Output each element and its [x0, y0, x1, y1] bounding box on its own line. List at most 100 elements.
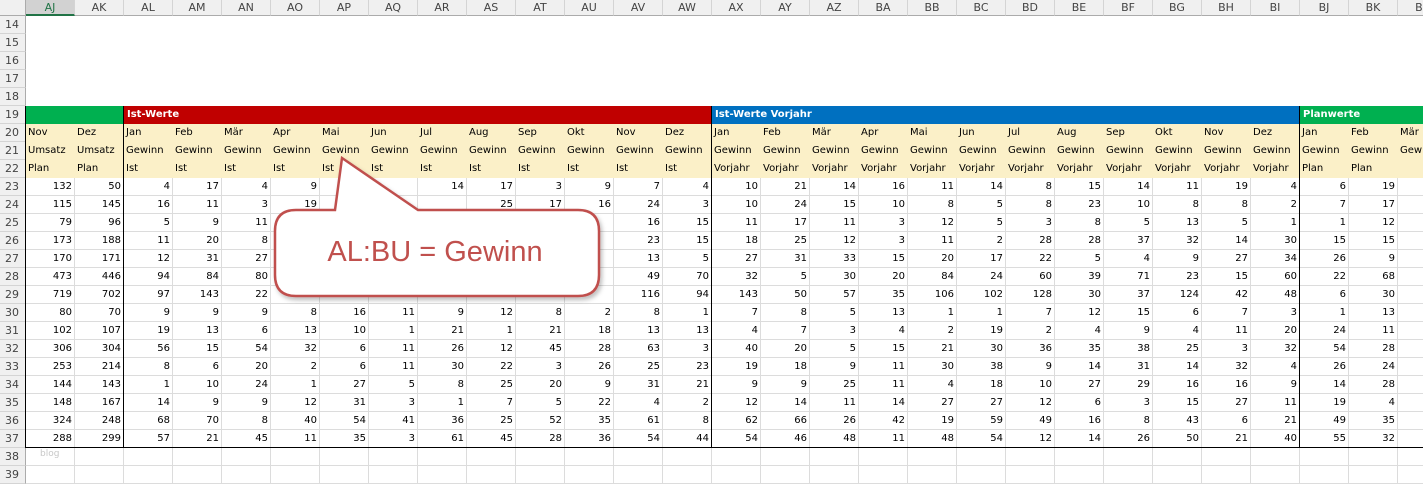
row-header-16[interactable]: 16	[0, 52, 26, 70]
cell[interactable]	[565, 466, 614, 484]
data-cell[interactable]: 1	[663, 304, 712, 322]
data-cell[interactable]: 15	[1349, 232, 1398, 250]
data-cell[interactable]: 17	[957, 250, 1006, 268]
data-cell[interactable]: 8	[1055, 214, 1104, 232]
header-cell[interactable]: Gewinn	[1202, 142, 1251, 160]
cell[interactable]	[222, 16, 271, 34]
header-cell[interactable]: Vorjahr	[1202, 160, 1251, 178]
data-cell[interactable]: 2	[271, 358, 320, 376]
cell[interactable]	[271, 88, 320, 106]
data-cell[interactable]: 148	[26, 394, 75, 412]
cell[interactable]	[810, 34, 859, 52]
data-cell[interactable]: 25	[761, 232, 810, 250]
data-cell[interactable]: 11	[859, 358, 908, 376]
cell[interactable]	[271, 52, 320, 70]
header-cell[interactable]: Jun	[369, 124, 418, 142]
data-cell[interactable]: 9	[418, 304, 467, 322]
cell[interactable]	[712, 16, 761, 34]
data-cell[interactable]: 6	[1202, 412, 1251, 430]
data-cell[interactable]: 12	[467, 340, 516, 358]
column-header-bh[interactable]: BH	[1202, 0, 1251, 16]
data-cell[interactable]: 76	[1398, 268, 1423, 286]
cell[interactable]	[712, 52, 761, 70]
data-cell[interactable]: 11	[810, 394, 859, 412]
row-header-20[interactable]: 20	[0, 124, 26, 142]
data-cell[interactable]: 13	[1153, 214, 1202, 232]
cell[interactable]	[712, 88, 761, 106]
cell[interactable]	[173, 466, 222, 484]
cell[interactable]	[1104, 52, 1153, 70]
cell[interactable]	[1398, 34, 1423, 52]
data-cell[interactable]: 128	[1006, 286, 1055, 304]
cell[interactable]	[614, 70, 663, 88]
cell[interactable]	[1300, 16, 1349, 34]
column-header-as[interactable]: AS	[467, 0, 516, 16]
data-cell[interactable]: 6	[1055, 394, 1104, 412]
header-cell[interactable]: Ist	[222, 160, 271, 178]
column-header-at[interactable]: AT	[516, 0, 565, 16]
data-cell[interactable]: 60	[1006, 268, 1055, 286]
data-cell[interactable]: 17	[467, 178, 516, 196]
data-cell[interactable]: 40	[712, 340, 761, 358]
data-cell[interactable]: 27	[320, 376, 369, 394]
cell[interactable]	[320, 466, 369, 484]
data-cell[interactable]: 71	[1104, 268, 1153, 286]
data-cell[interactable]: 6	[1153, 304, 1202, 322]
data-cell[interactable]: 5	[810, 304, 859, 322]
data-cell[interactable]: 170	[26, 250, 75, 268]
data-cell[interactable]: 59	[957, 412, 1006, 430]
data-cell[interactable]: 31	[1104, 358, 1153, 376]
data-cell[interactable]: 35	[1349, 412, 1398, 430]
header-cell[interactable]: Gewinn	[1055, 142, 1104, 160]
cell[interactable]	[1055, 466, 1104, 484]
data-cell[interactable]: 22	[222, 286, 271, 304]
data-cell[interactable]: 15	[810, 196, 859, 214]
data-cell[interactable]: 30	[1055, 286, 1104, 304]
row-header-30[interactable]: 30	[0, 304, 26, 322]
header-cell[interactable]: Okt	[1153, 124, 1202, 142]
cell[interactable]	[1104, 88, 1153, 106]
header-cell[interactable]: Nov	[614, 124, 663, 142]
cell[interactable]	[467, 70, 516, 88]
data-cell[interactable]: 20	[859, 268, 908, 286]
column-header-bb[interactable]: BB	[908, 0, 957, 16]
cell[interactable]	[467, 16, 516, 34]
cell[interactable]	[1153, 88, 1202, 106]
header-cell[interactable]: Aug	[1055, 124, 1104, 142]
cell[interactable]	[26, 52, 75, 70]
data-cell[interactable]: 13	[859, 304, 908, 322]
data-cell[interactable]: 9	[761, 376, 810, 394]
cell[interactable]	[1251, 448, 1300, 466]
column-header-be[interactable]: BE	[1055, 0, 1104, 16]
data-cell[interactable]: 324	[26, 412, 75, 430]
header-cell[interactable]: Mär	[222, 124, 271, 142]
data-cell[interactable]: 27	[1202, 394, 1251, 412]
cell[interactable]	[565, 34, 614, 52]
header-cell[interactable]: Ist	[516, 160, 565, 178]
data-cell[interactable]: 11	[369, 304, 418, 322]
cell[interactable]	[1006, 448, 1055, 466]
cell[interactable]	[1202, 448, 1251, 466]
cell[interactable]	[1349, 16, 1398, 34]
row-header-29[interactable]: 29	[0, 286, 26, 304]
column-header-bd[interactable]: BD	[1006, 0, 1055, 16]
data-cell[interactable]: 16	[1398, 232, 1423, 250]
cell[interactable]	[1055, 88, 1104, 106]
cell[interactable]	[467, 466, 516, 484]
data-cell[interactable]: 11	[271, 430, 320, 448]
data-cell[interactable]: 70	[173, 412, 222, 430]
data-cell[interactable]: 32	[1349, 430, 1398, 448]
data-cell[interactable]: 41	[369, 412, 418, 430]
cell[interactable]	[369, 466, 418, 484]
data-cell[interactable]: 25	[467, 376, 516, 394]
row-header-37[interactable]: 37	[0, 430, 26, 448]
data-cell[interactable]	[369, 178, 418, 196]
cell[interactable]	[761, 52, 810, 70]
data-cell[interactable]: 4	[1104, 250, 1153, 268]
cell[interactable]	[222, 88, 271, 106]
row-header-34[interactable]: 34	[0, 376, 26, 394]
data-cell[interactable]: 167	[75, 394, 124, 412]
row-header-31[interactable]: 31	[0, 322, 26, 340]
cell[interactable]	[320, 34, 369, 52]
data-cell[interactable]: 6	[320, 340, 369, 358]
